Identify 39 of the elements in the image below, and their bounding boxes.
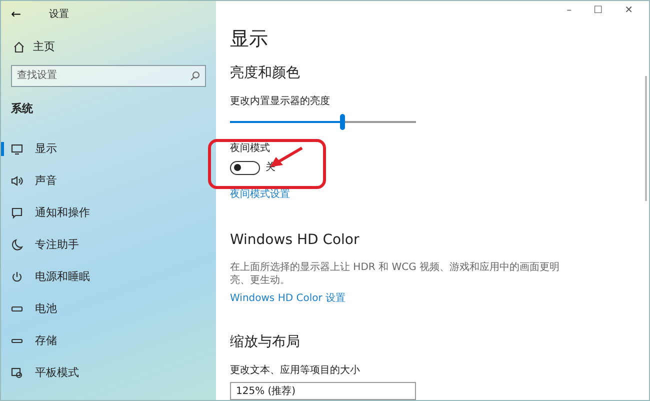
home-icon bbox=[13, 41, 25, 54]
section-heading: 系统 bbox=[11, 100, 34, 116]
sidebar-item[interactable]: 电源和睡眠 bbox=[1, 261, 216, 293]
sidebar-item[interactable]: 专注助手 bbox=[1, 229, 216, 261]
message-icon bbox=[11, 207, 23, 219]
home-nav-item[interactable]: 主页 bbox=[13, 39, 216, 56]
search-icon bbox=[190, 70, 200, 80]
annotation-arrow bbox=[268, 146, 304, 170]
settings-link[interactable]: 夜间模式设置 bbox=[230, 187, 290, 202]
sidebar-item[interactable]: 显示 bbox=[1, 133, 216, 165]
settings-link[interactable]: Windows HD Color 设置 bbox=[230, 291, 346, 306]
tablet-icon bbox=[11, 367, 23, 379]
description-text: 在上面所选择的显示器上让 HDR 和 WCG 视频、游戏和应用中的画面更明亮、更生动。 bbox=[230, 261, 561, 287]
dropdown-label: 更改文本、应用等项目的大小 bbox=[230, 364, 360, 378]
sidebar-item[interactable]: 电池 bbox=[1, 293, 216, 325]
slider-thumb[interactable] bbox=[340, 114, 345, 130]
section-heading: Windows HD Color bbox=[230, 231, 360, 250]
back-button[interactable]: ← bbox=[11, 5, 22, 23]
moon-icon bbox=[11, 239, 23, 251]
sidebar-item[interactable]: 声音 bbox=[1, 165, 216, 197]
toggle-switch[interactable] bbox=[230, 160, 260, 174]
page-title: 显示 bbox=[230, 26, 268, 52]
scale-dropdown[interactable]: 125% (推荐) bbox=[230, 382, 416, 400]
slider-label: 更改内置显示器的亮度 bbox=[230, 94, 330, 109]
maximize-button[interactable]: ☐ bbox=[594, 3, 603, 18]
toggle-label: 夜间模式 bbox=[230, 142, 270, 156]
window-title: 设置 bbox=[49, 8, 70, 22]
minimize-button[interactable]: – bbox=[566, 3, 572, 18]
sidebar-item[interactable]: 通知和操作 bbox=[1, 197, 216, 229]
monitor-icon bbox=[11, 143, 23, 155]
sidebar-item[interactable]: 存储 bbox=[1, 325, 216, 357]
close-button[interactable]: ✕ bbox=[624, 3, 633, 18]
search-field[interactable]: 查找设置 bbox=[11, 64, 206, 86]
sidebar-item[interactable]: 平板模式 bbox=[1, 357, 216, 389]
speaker-icon bbox=[11, 175, 23, 187]
scrollbar[interactable] bbox=[645, 76, 647, 201]
section-heading: 缩放与布局 bbox=[230, 333, 300, 352]
section-heading: 亮度和颜色 bbox=[230, 64, 300, 83]
power-icon bbox=[11, 271, 23, 283]
